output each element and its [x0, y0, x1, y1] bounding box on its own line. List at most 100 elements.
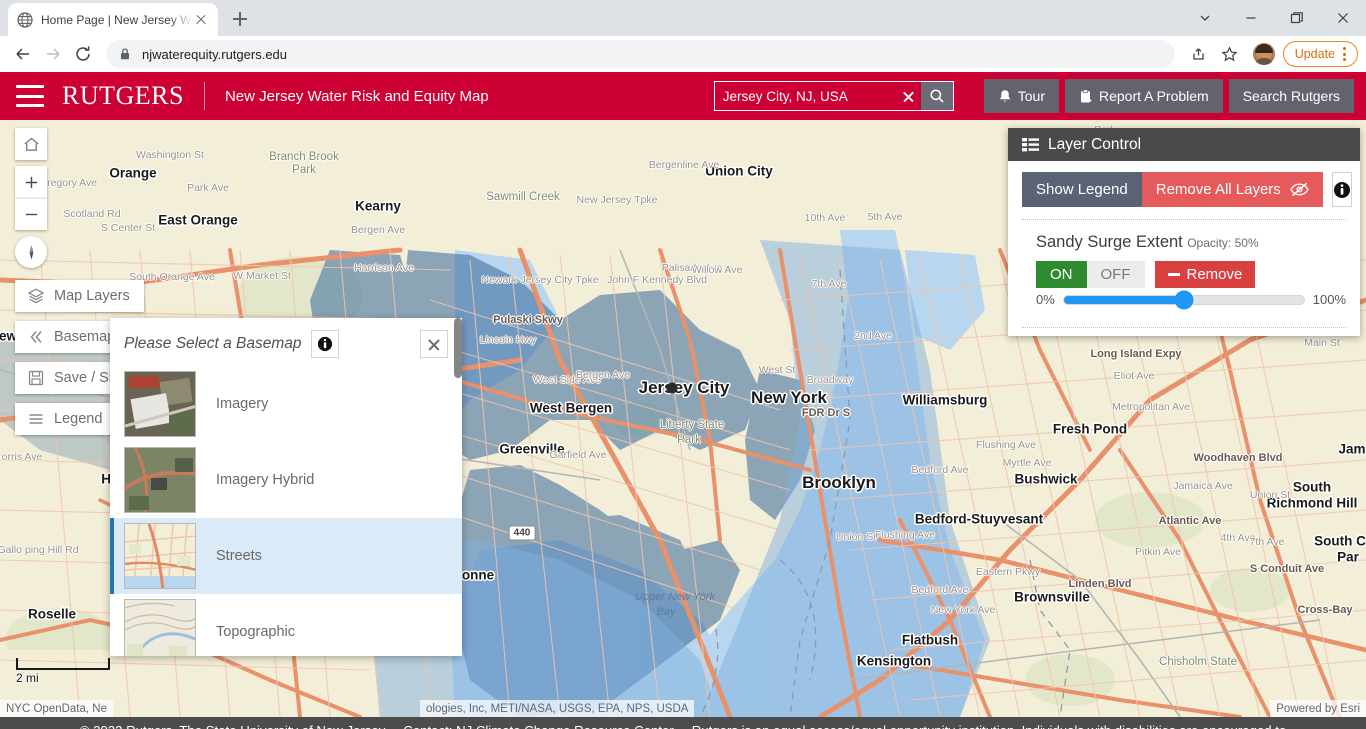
basemap-item-label: Topographic	[216, 624, 295, 640]
show-legend-button[interactable]: Show Legend	[1022, 172, 1142, 207]
legend-button[interactable]: Legend	[15, 403, 117, 435]
share-icon[interactable]	[1183, 39, 1213, 69]
star-icon[interactable]	[1215, 39, 1245, 69]
layer-title-row: Sandy Surge Extent Opacity: 50%	[1036, 233, 1346, 252]
lock-icon	[121, 48, 129, 60]
map-layers-button[interactable]: Map Layers	[15, 280, 144, 312]
basemap-thumbnail	[124, 599, 196, 656]
minimize-icon[interactable]	[1228, 0, 1274, 36]
kebab-menu-icon[interactable]	[1335, 44, 1353, 64]
legend-label: Legend	[54, 411, 103, 427]
list-lines-icon	[1022, 138, 1039, 152]
search-clear-icon[interactable]	[895, 82, 921, 110]
report-problem-button[interactable]: Report A Problem	[1064, 79, 1223, 113]
attribution-center: ologies, Inc, METI/NASA, USGS, EPA, NPS,…	[420, 700, 695, 717]
basemap-thumbnail	[124, 371, 196, 437]
basemap-scrollbar[interactable]	[454, 318, 462, 656]
eye-slash-icon	[1290, 182, 1309, 197]
layer-opacity-label: Opacity: 50%	[1187, 236, 1259, 250]
basemap-info-button[interactable]	[310, 330, 339, 358]
new-tab-button[interactable]	[226, 5, 254, 33]
basemap-thumbnail	[124, 523, 196, 589]
minus-icon	[1167, 273, 1180, 276]
maximize-icon[interactable]	[1274, 0, 1320, 36]
search-rutgers-label: Search Rutgers	[1242, 88, 1340, 104]
layer-control-body: Show Legend Remove All Layers Sandy Surg…	[1008, 161, 1360, 336]
search-icon[interactable]	[920, 82, 953, 110]
home-button[interactable]	[15, 128, 47, 160]
search-input[interactable]	[714, 82, 895, 110]
city-dot-icon	[666, 382, 678, 394]
opacity-slider[interactable]	[1062, 290, 1305, 309]
scale-label: 2 mi	[16, 671, 39, 685]
basemap-list: Imagery Imagery Hybrid Streets Topographic	[110, 366, 462, 656]
divider-bottom	[1022, 327, 1346, 328]
basemap-item-topographic[interactable]: Topographic	[110, 594, 462, 656]
layer-control-info-button[interactable]	[1331, 172, 1352, 207]
layer-item: Sandy Surge Extent Opacity: 50% ON OFF R…	[1022, 220, 1346, 315]
update-button[interactable]: Update	[1282, 41, 1358, 67]
window-close-icon[interactable]	[1320, 0, 1366, 36]
footer-contact: Contact: NJ Climate Change Resource Cent…	[403, 723, 673, 729]
update-button-label: Update	[1294, 47, 1335, 61]
basemap-item-streets[interactable]: Streets	[110, 518, 462, 594]
layer-name: Sandy Surge Extent	[1036, 233, 1183, 251]
compass-icon	[29, 244, 33, 260]
layer-toggle: ON OFF Remove	[1036, 261, 1256, 288]
tab-search-chevron-down-icon[interactable]	[1182, 0, 1228, 36]
remove-all-layers-button[interactable]: Remove All Layers	[1141, 172, 1323, 207]
address-bar[interactable]: njwaterequity.rutgers.edu	[106, 40, 1175, 68]
layer-control-panel: Layer Control Show Legend Remove All Lay…	[1008, 128, 1360, 336]
layer-remove-button[interactable]: Remove	[1154, 261, 1256, 288]
attribution-center-text: ologies, Inc, METI/NASA, USGS, EPA, NPS,…	[426, 702, 689, 715]
layer-on-button[interactable]: ON	[1036, 261, 1087, 288]
opacity-slider-row: 0% 100%	[1036, 290, 1346, 309]
minus-icon	[25, 213, 37, 216]
avatar[interactable]	[1252, 43, 1275, 65]
layers-icon	[27, 288, 45, 304]
zoom-in-button[interactable]	[15, 166, 47, 198]
tab-close-icon[interactable]	[193, 12, 209, 28]
opacity-slider-fill	[1063, 295, 1184, 304]
report-problem-label: Report A Problem	[1098, 88, 1209, 104]
site-footer: © 2022 Rutgers, The State University of …	[0, 717, 1366, 729]
window-controls	[1182, 0, 1366, 36]
attribution-powered-by-esri: Powered by Esri	[1270, 700, 1366, 717]
header-divider	[203, 82, 205, 110]
browser-tab-strip-bar: Home Page | New Jersey Water R	[0, 0, 1366, 36]
forward-arrow-icon[interactable]	[38, 39, 68, 69]
floppy-disk-icon	[28, 370, 44, 386]
basemap-close-button[interactable]	[420, 330, 448, 358]
basemap-panel: Please Select a Basemap Imagery Imagery H…	[110, 318, 462, 656]
scale-bracket	[16, 658, 110, 670]
tab-strip: Home Page | New Jersey Water R	[0, 0, 254, 36]
layer-off-button[interactable]: OFF	[1086, 261, 1145, 288]
slider-max-label: 100%	[1312, 292, 1346, 307]
home-icon	[23, 137, 39, 151]
browser-toolbar-actions: Update	[1183, 39, 1358, 69]
basemap-scrollbar-thumb[interactable]	[454, 318, 462, 378]
hamburger-icon[interactable]	[16, 85, 44, 107]
map-viewport[interactable]: Orange East Orange Kearny Union City Jersey …	[0, 120, 1366, 717]
show-legend-label: Show Legend	[1036, 181, 1128, 198]
tour-button[interactable]: Tour	[983, 79, 1059, 113]
basemap-item-imagery[interactable]: Imagery	[110, 366, 462, 442]
bell-icon	[999, 89, 1010, 102]
back-arrow-icon[interactable]	[8, 39, 38, 69]
attribution-left-text: NYC OpenData, Ne	[6, 702, 107, 715]
reload-icon[interactable]	[68, 39, 98, 69]
rutgers-logo[interactable]: RUTGERS	[62, 81, 184, 111]
compass-button[interactable]	[15, 236, 47, 268]
globe-icon	[17, 11, 33, 28]
layer-control-actions: Show Legend Remove All Layers	[1022, 172, 1352, 207]
footer-line-1: © 2022 Rutgers, The State University of …	[80, 721, 1287, 729]
basemap-item-label: Streets	[216, 548, 262, 564]
info-circle-icon	[1333, 181, 1350, 198]
basemap-item-imagery-hybrid[interactable]: Imagery Hybrid	[110, 442, 462, 518]
layer-control-title: Layer Control	[1048, 135, 1142, 153]
browser-tab[interactable]: Home Page | New Jersey Water R	[8, 3, 218, 36]
attribution-right-text: Powered by Esri	[1276, 702, 1360, 715]
zoom-out-button[interactable]	[15, 198, 47, 230]
opacity-slider-handle[interactable]	[1174, 290, 1194, 309]
search-rutgers-button[interactable]: Search Rutgers	[1228, 79, 1354, 113]
